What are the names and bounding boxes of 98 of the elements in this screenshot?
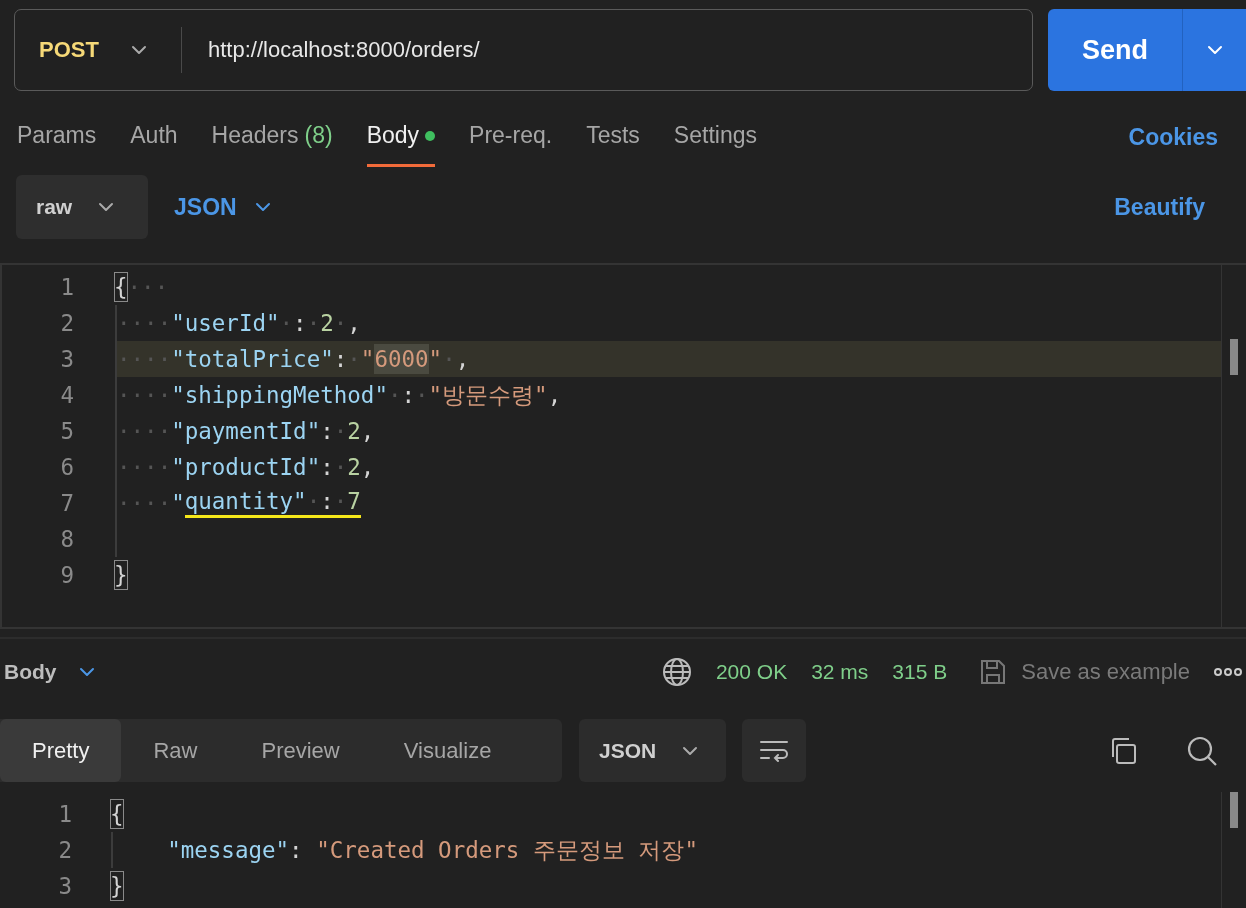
globe-icon[interactable]	[661, 657, 692, 687]
whitespace-marker: ·	[333, 417, 348, 446]
line-number: 2	[57, 837, 72, 863]
code-token: ,	[347, 309, 361, 338]
line-number: 5	[59, 418, 74, 444]
chevron-down-icon	[1206, 45, 1223, 55]
whitespace-marker: ·	[333, 453, 348, 482]
line-number: 7	[59, 490, 74, 516]
language-dropdown[interactable]: JSON	[168, 192, 277, 222]
request-tab[interactable]: Settings	[673, 107, 757, 167]
code-token: "totalPrice"	[171, 345, 334, 374]
code-token: ,	[455, 345, 470, 374]
view-tab[interactable]: Visualize	[371, 719, 524, 782]
line-number: 3	[57, 873, 72, 899]
code-token: }	[110, 871, 124, 901]
whitespace-marker: ·	[333, 309, 348, 338]
wrap-lines-button[interactable]	[742, 719, 807, 782]
code-token: "userId"	[171, 309, 280, 338]
code-token: quantity"	[184, 488, 307, 518]
whitespace-marker: ·	[387, 381, 402, 410]
view-tab[interactable]: Preview	[229, 719, 372, 782]
request-tab[interactable]: Pre-req.	[469, 107, 553, 167]
whitespace-marker: ····	[117, 453, 172, 482]
cookies-link[interactable]: Cookies	[1122, 107, 1224, 167]
line-number: 2	[59, 310, 74, 336]
scrollbar-thumb[interactable]	[1230, 792, 1238, 828]
code-token: {	[114, 272, 128, 302]
code-token: {	[110, 799, 124, 829]
chevron-down-icon	[131, 45, 147, 55]
whitespace-marker: ·	[415, 381, 429, 410]
code-token: :	[320, 417, 334, 446]
code-editor[interactable]: 1 {··· 2 ····"userId"·:·2·, 3 ····"totalPrice":·"6000"·, 4 ····"shippingMethod"·:·"방문수령", 5 ····"paymentId":·2, 6 ····"productId":·2, 7 ····"quantity"·:·7 8 9 }	[0, 263, 1246, 629]
search-icon[interactable]	[1186, 734, 1218, 767]
view-tab[interactable]: Pretty	[0, 719, 122, 782]
whitespace-marker: ·	[306, 309, 321, 338]
whitespace-marker: ·	[442, 345, 456, 374]
more-icon[interactable]	[1214, 667, 1242, 677]
code-token: "	[360, 345, 375, 374]
response-time: 32 ms	[811, 660, 869, 684]
request-tab[interactable]: Auth	[130, 107, 178, 167]
code-token: "paymentId"	[171, 417, 321, 446]
request-tab[interactable]: Headers (8)	[211, 107, 333, 167]
line-number: 6	[59, 454, 74, 480]
code-token: "shippingMethod"	[171, 381, 388, 410]
code-token: :	[289, 836, 304, 865]
line-number: 3	[59, 346, 74, 372]
response-size: 315 B	[892, 660, 948, 684]
method-dropdown[interactable]: POST	[15, 37, 181, 63]
code-token: "productId"	[171, 453, 321, 482]
code-token: :	[320, 488, 334, 518]
line-number: 9	[59, 562, 74, 588]
code-token: 2	[320, 309, 334, 338]
view-tab[interactable]: Raw	[121, 719, 230, 782]
code-token: "	[171, 489, 185, 518]
chevron-down-icon	[682, 745, 699, 756]
code-token: :	[401, 381, 416, 410]
save-example-button[interactable]: Save as example	[979, 658, 1190, 686]
chevron-down-icon	[254, 202, 271, 212]
request-tab[interactable]: Body	[366, 107, 436, 167]
code-token: 2	[347, 417, 361, 446]
line-number: 4	[59, 382, 74, 408]
chevron-down-icon	[98, 202, 115, 212]
whitespace-marker: ····	[117, 489, 172, 518]
code-token: }	[114, 560, 128, 590]
scrollbar-thumb[interactable]	[1230, 339, 1238, 375]
line-number: 1	[57, 801, 72, 827]
code-token: 7	[347, 488, 361, 518]
whitespace-marker: ·	[279, 309, 294, 338]
response-body-dropdown[interactable]: Body	[4, 660, 95, 684]
whitespace-marker: ·	[347, 345, 361, 374]
wrap-lines-icon	[759, 738, 790, 763]
line-number: 1	[59, 274, 74, 300]
chevron-down-icon	[78, 667, 95, 677]
code-token: "Created Orders 주문정보 저장"	[316, 836, 699, 865]
code-token: ,	[547, 381, 562, 410]
code-token: ,	[360, 417, 375, 446]
code-token: 2	[347, 453, 361, 482]
line-number: 8	[59, 526, 74, 552]
request-tab[interactable]: Params	[17, 107, 97, 167]
code-token: :	[333, 345, 348, 374]
whitespace-marker: ····	[117, 417, 172, 446]
code-token: :	[320, 453, 334, 482]
code-token: ,	[360, 453, 375, 482]
beautify-link[interactable]: Beautify	[1108, 192, 1211, 222]
body-mode-dropdown[interactable]: raw	[16, 175, 148, 239]
code-token: "	[428, 345, 443, 374]
code-token: "message"	[166, 836, 290, 865]
code-token: :	[293, 309, 307, 338]
whitespace-marker: ····	[117, 381, 172, 410]
status-code: 200 OK	[715, 660, 788, 684]
format-dropdown[interactable]: JSON	[579, 719, 727, 782]
request-tab[interactable]: Tests	[586, 107, 640, 167]
url-field[interactable]: http://localhost:8000/orders/	[182, 37, 480, 63]
code-token: "방문수령"	[428, 381, 548, 410]
code-token: 6000	[374, 344, 429, 374]
whitespace-marker: ····	[117, 309, 172, 338]
whitespace-marker: ···	[127, 273, 169, 302]
whitespace-marker: ····	[117, 345, 172, 374]
